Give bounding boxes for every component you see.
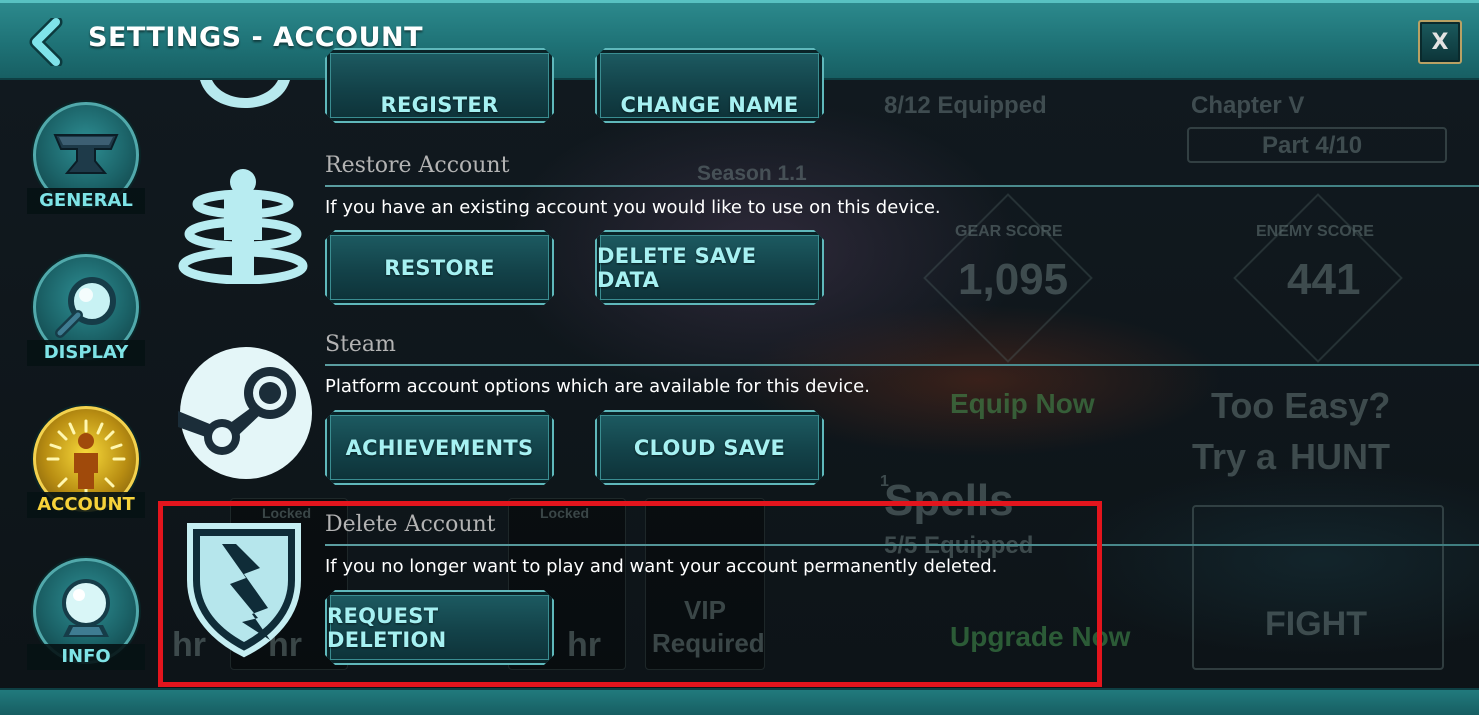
bg-equip-now: Equip Now (950, 388, 1095, 419)
change-name-button[interactable]: CHANGE NAME (595, 48, 824, 123)
register-button[interactable]: REGISTER (325, 48, 554, 123)
bg-hr-c: hr (567, 626, 601, 664)
change-name-label: CHANGE NAME (620, 92, 799, 117)
cloud-save-button[interactable]: CLOUD SAVE (595, 410, 824, 485)
section-divider (325, 185, 1479, 187)
steam-description: Platform account options which are avail… (325, 376, 870, 397)
section-divider (325, 364, 1479, 366)
chevron-left-icon (29, 18, 63, 66)
bg-locked-a: Locked (262, 505, 312, 521)
bg-gear-score-label: GEAR SCORE (955, 223, 1063, 240)
broken-shield-icon (187, 523, 301, 658)
steam-title: Steam (325, 332, 396, 357)
anvil-icon (53, 134, 119, 174)
restore-account-title: Restore Account (325, 153, 510, 178)
nav-label-general: GENERAL (27, 188, 145, 214)
nav-label-account: ACCOUNT (27, 492, 145, 518)
request-deletion-button[interactable]: REQUEST DELETION (325, 590, 554, 665)
close-button[interactable]: X (1418, 20, 1462, 64)
bg-gear-score: 1,095 (958, 255, 1069, 304)
bg-try-a: Try a (1192, 436, 1277, 477)
bg-equipped-top: 8/12 Equipped (884, 92, 1047, 119)
bg-required: Required (652, 628, 765, 658)
bg-chapter: Chapter V (1191, 92, 1305, 119)
achievements-label: ACHIEVEMENTS (345, 435, 534, 460)
delete-save-data-button[interactable]: DELETE SAVE DATA (595, 230, 824, 305)
restore-label: RESTORE (384, 255, 495, 280)
bg-spells: Spells (884, 476, 1014, 525)
achievements-button[interactable]: ACHIEVEMENTS (325, 410, 554, 485)
bg-upgrade-now: Upgrade Now (950, 621, 1131, 652)
bg-fight: FIGHT (1265, 605, 1367, 643)
nav-label-display: DISPLAY (27, 340, 145, 366)
nav-item-display[interactable]: DISPLAY (27, 254, 145, 372)
section-divider (325, 544, 1479, 546)
magnifier-icon (55, 277, 116, 338)
steam-logo-icon (178, 347, 312, 479)
bg-part: Part 4/10 (1262, 132, 1363, 159)
bg-too-easy: Too Easy? (1211, 385, 1391, 426)
delete-account-description: If you no longer want to play and want y… (325, 556, 998, 577)
back-button[interactable] (22, 18, 70, 66)
account-person-icon (46, 419, 126, 499)
nav-item-account[interactable]: ACCOUNT (27, 406, 145, 524)
request-deletion-label: REQUEST DELETION (327, 603, 447, 652)
bg-hunt: HUNT (1290, 436, 1390, 477)
bg-fight-box (1192, 505, 1444, 670)
close-icon: X (1431, 29, 1449, 55)
register-label: REGISTER (380, 92, 499, 117)
restore-account-description: If you have an existing account you woul… (325, 197, 941, 218)
nav-item-general[interactable]: GENERAL (27, 102, 145, 220)
register-emblem-icon (200, 80, 290, 108)
bg-enemy-score-label: ENEMY SCORE (1256, 223, 1374, 240)
restore-person-icon (178, 169, 308, 284)
footer-bar (0, 688, 1479, 715)
delete-save-data-label: DELETE SAVE DATA (597, 243, 757, 292)
delete-account-title: Delete Account (325, 512, 496, 537)
bg-locked-b: Locked (540, 505, 590, 521)
restore-button[interactable]: RESTORE (325, 230, 554, 305)
crystal-ball-icon (62, 579, 110, 637)
nav-label-info: INFO (27, 644, 145, 670)
bg-enemy-score: 441 (1287, 255, 1361, 304)
cloud-save-label: CLOUD SAVE (633, 435, 786, 460)
bg-vip: VIP (684, 595, 726, 625)
nav-item-info[interactable]: INFO (27, 558, 145, 676)
bg-season: Season 1.1 (697, 162, 807, 185)
bg-badge-count: 1 (880, 473, 889, 490)
